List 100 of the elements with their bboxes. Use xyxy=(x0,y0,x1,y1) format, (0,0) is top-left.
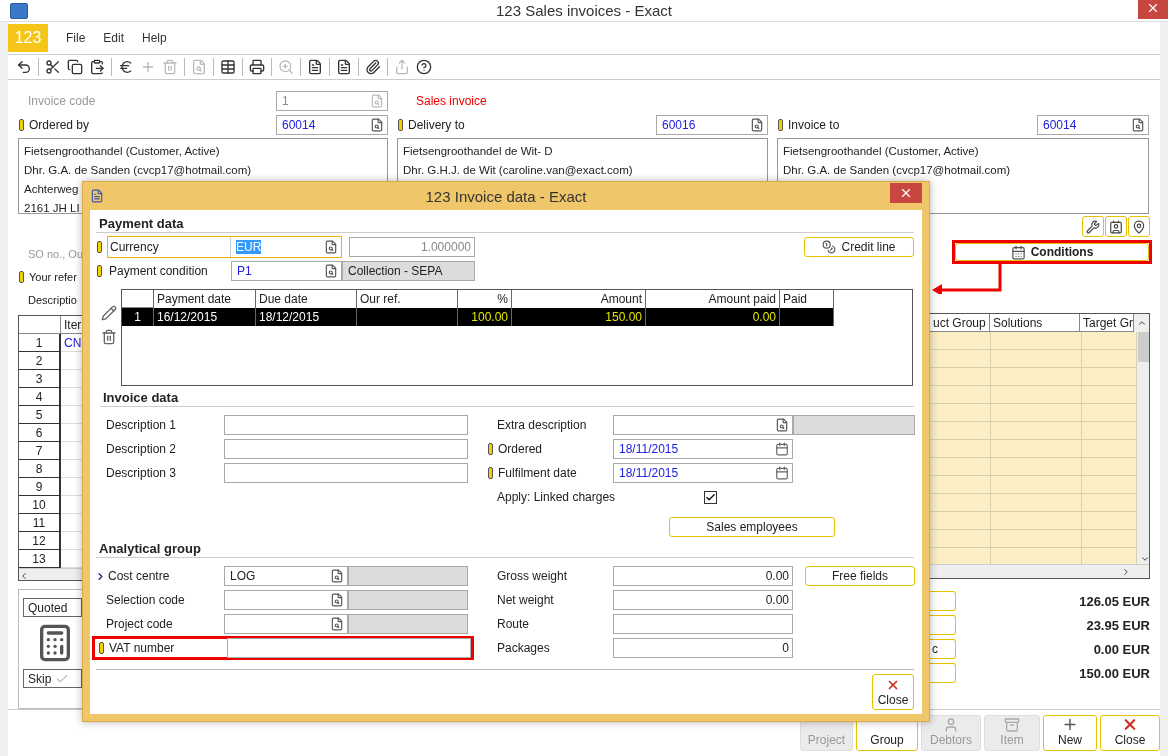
search-icon[interactable] xyxy=(775,418,789,432)
close-button[interactable] xyxy=(1138,0,1168,19)
row-number: 2 xyxy=(19,352,61,370)
trash-icon[interactable] xyxy=(100,329,117,345)
scroll-thumb[interactable] xyxy=(1138,332,1149,362)
lookup-field[interactable] xyxy=(613,415,793,435)
text-field[interactable]: 0 xyxy=(613,638,793,658)
date-field[interactable]: 18/11/2015 xyxy=(613,439,793,459)
euro-icon[interactable] xyxy=(118,59,134,75)
dialog-title: 123 Invoice data - Exact xyxy=(425,187,587,205)
total-amount: 0.00 EUR xyxy=(1093,641,1150,657)
close-icon xyxy=(899,186,913,200)
action-button[interactable]: Close xyxy=(1100,715,1160,751)
help-icon[interactable] xyxy=(416,59,432,75)
action-button[interactable]: New xyxy=(1043,715,1097,751)
search-icon[interactable] xyxy=(324,263,338,278)
pencil-icon[interactable] xyxy=(100,305,117,321)
text-field[interactable]: c xyxy=(930,639,956,659)
paste-icon[interactable] xyxy=(89,59,105,75)
field-label: VAT number xyxy=(109,641,176,655)
lookup-field[interactable]: P1 xyxy=(231,260,342,281)
free-fields-button[interactable]: Free fields xyxy=(805,566,915,586)
address-line: Dhr. G.A. de Sanden (cvcp17@hotmail.com) xyxy=(783,163,1011,178)
note-icon[interactable] xyxy=(336,59,352,75)
wrench-button[interactable] xyxy=(1082,216,1104,237)
column-header: uct Group xyxy=(930,314,990,332)
paperclip-icon[interactable] xyxy=(365,59,381,75)
text-field[interactable]: 0.00 xyxy=(613,566,793,586)
copy-icon[interactable] xyxy=(67,59,83,75)
document-type: Sales invoice xyxy=(416,94,487,108)
scroll-down-icon[interactable] xyxy=(1139,554,1149,564)
text-field[interactable] xyxy=(224,463,468,483)
text-field[interactable] xyxy=(613,614,793,634)
text-field[interactable] xyxy=(930,615,956,635)
search-icon[interactable] xyxy=(1131,118,1145,132)
printer-icon[interactable] xyxy=(249,59,265,75)
close-button[interactable] xyxy=(890,183,922,203)
text-field[interactable] xyxy=(930,663,956,683)
lookup-field[interactable]: LOG xyxy=(224,566,348,586)
status-field: Quoted xyxy=(23,598,82,617)
app-icon xyxy=(10,2,28,19)
text-field[interactable]: 0.00 xyxy=(613,590,793,610)
scroll-left-icon[interactable] xyxy=(19,570,29,580)
checkbox[interactable] xyxy=(704,490,717,504)
menu-item[interactable]: Help xyxy=(142,31,167,45)
search-icon[interactable] xyxy=(330,617,344,631)
field-label: Invoice to xyxy=(788,118,840,132)
field-label: Descriptio xyxy=(28,293,77,306)
text-field[interactable] xyxy=(224,439,468,459)
field-label: Route xyxy=(496,617,531,631)
lookup-field[interactable]: 60014 xyxy=(276,115,388,135)
contact-card-button[interactable] xyxy=(1105,216,1127,237)
section-heading: Invoice data xyxy=(100,390,914,407)
row-number: 7 xyxy=(19,442,61,460)
sales-employees-button[interactable]: Sales employees xyxy=(669,517,835,537)
text-field[interactable] xyxy=(227,638,471,658)
scroll-up-icon[interactable] xyxy=(1136,318,1147,328)
field-label: Fulfilment date xyxy=(498,466,577,480)
readonly-field: Collection - SEPA xyxy=(342,260,475,281)
total-amount: 150.00 EUR xyxy=(1079,665,1150,681)
text-field[interactable] xyxy=(224,415,468,435)
lookup-field[interactable] xyxy=(224,590,348,610)
menu-item[interactable]: Edit xyxy=(103,31,125,45)
address-line: Fietsengroothandel de Wit- D xyxy=(403,144,553,159)
table-row[interactable]: 1 16/12/2015 18/12/2015 100.00 150.00 0.00 xyxy=(122,308,834,326)
search-icon[interactable] xyxy=(750,118,764,132)
close-button[interactable]: Close xyxy=(872,674,914,710)
lookup-field[interactable]: 60014 xyxy=(1037,115,1149,135)
document-icon xyxy=(90,189,104,203)
map-pin-button[interactable] xyxy=(1128,216,1150,237)
calendar-icon[interactable] xyxy=(775,466,789,480)
search-icon[interactable] xyxy=(330,569,344,583)
scissors-icon[interactable] xyxy=(45,59,61,75)
conditions-button[interactable]: Conditions xyxy=(955,243,1149,261)
lookup-field[interactable] xyxy=(224,614,348,634)
field-label: Your refer xyxy=(29,270,77,283)
lookup-field[interactable]: 60016 xyxy=(656,115,768,135)
skip-field[interactable]: Skip xyxy=(23,669,82,688)
row-number: 8 xyxy=(19,460,61,478)
search-icon[interactable] xyxy=(324,239,338,254)
menu-item[interactable]: File xyxy=(66,31,86,45)
table-icon[interactable] xyxy=(220,59,236,75)
section-heading: Analytical group xyxy=(96,541,914,558)
row-number: 10 xyxy=(19,496,61,514)
calendar-icon[interactable] xyxy=(775,442,789,456)
row-number: 1 xyxy=(19,334,61,352)
undo-icon[interactable] xyxy=(16,59,32,75)
row-number: 6 xyxy=(19,424,61,442)
address-line: Fietsengroothandel (Customer, Active) xyxy=(783,144,979,159)
search-icon[interactable] xyxy=(330,593,344,607)
note-icon[interactable] xyxy=(307,59,323,75)
rate-field[interactable]: 1.000000 xyxy=(349,236,475,257)
text-field[interactable] xyxy=(930,591,956,611)
credit-line-button[interactable]: Credit line xyxy=(804,236,914,257)
field-label: Apply: Linked charges xyxy=(497,490,616,504)
date-field[interactable]: 18/11/2015 xyxy=(613,463,793,483)
search-icon[interactable] xyxy=(370,118,384,132)
scroll-right-icon[interactable] xyxy=(1121,566,1131,577)
field-label: SO no., Ou xyxy=(28,247,84,260)
total-amount: 126.05 EUR xyxy=(1079,593,1150,609)
